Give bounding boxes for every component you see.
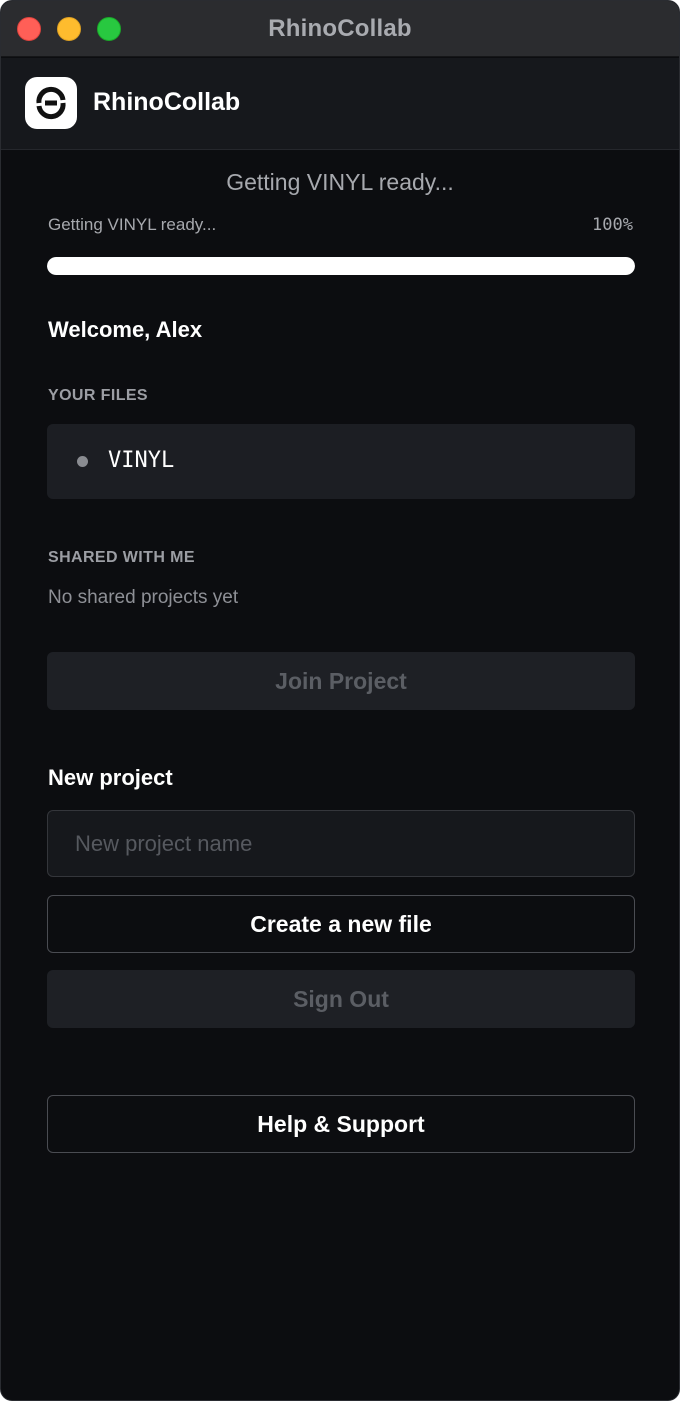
file-list-item[interactable]: VINYL <box>47 424 635 499</box>
window-titlebar[interactable]: RhinoCollab <box>1 1 679 57</box>
brand-name: RhinoCollab <box>93 88 241 116</box>
shared-with-me-label: SHARED WITH ME <box>48 549 195 566</box>
progress-bar <box>47 257 635 275</box>
status-title: Getting VINYL ready... <box>226 169 454 195</box>
file-name: VINYL <box>108 448 175 473</box>
shared-empty-text: No shared projects yet <box>48 587 239 608</box>
welcome-heading: Welcome, Alex <box>48 317 203 342</box>
new-project-name-input[interactable] <box>47 810 635 877</box>
progress-label: Getting VINYL ready... <box>48 215 217 234</box>
sign-out-button[interactable]: Sign Out <box>47 970 635 1028</box>
app-header: RhinoCollab <box>1 58 679 150</box>
your-files-label: YOUR FILES <box>48 387 149 404</box>
file-status-dot-icon <box>77 456 88 467</box>
create-new-file-button[interactable]: Create a new file <box>47 895 635 953</box>
rhinocollab-logo-icon <box>25 77 77 129</box>
window-title: RhinoCollab <box>268 15 412 42</box>
app-window: RhinoCollab RhinoCollab Getting VINYL re… <box>0 0 680 1401</box>
new-project-title: New project <box>48 765 173 790</box>
progress-percent: 100% <box>592 215 633 235</box>
join-project-button[interactable]: Join Project <box>47 652 635 710</box>
help-support-button[interactable]: Help & Support <box>47 1095 635 1153</box>
progress-bar-fill <box>47 257 635 275</box>
